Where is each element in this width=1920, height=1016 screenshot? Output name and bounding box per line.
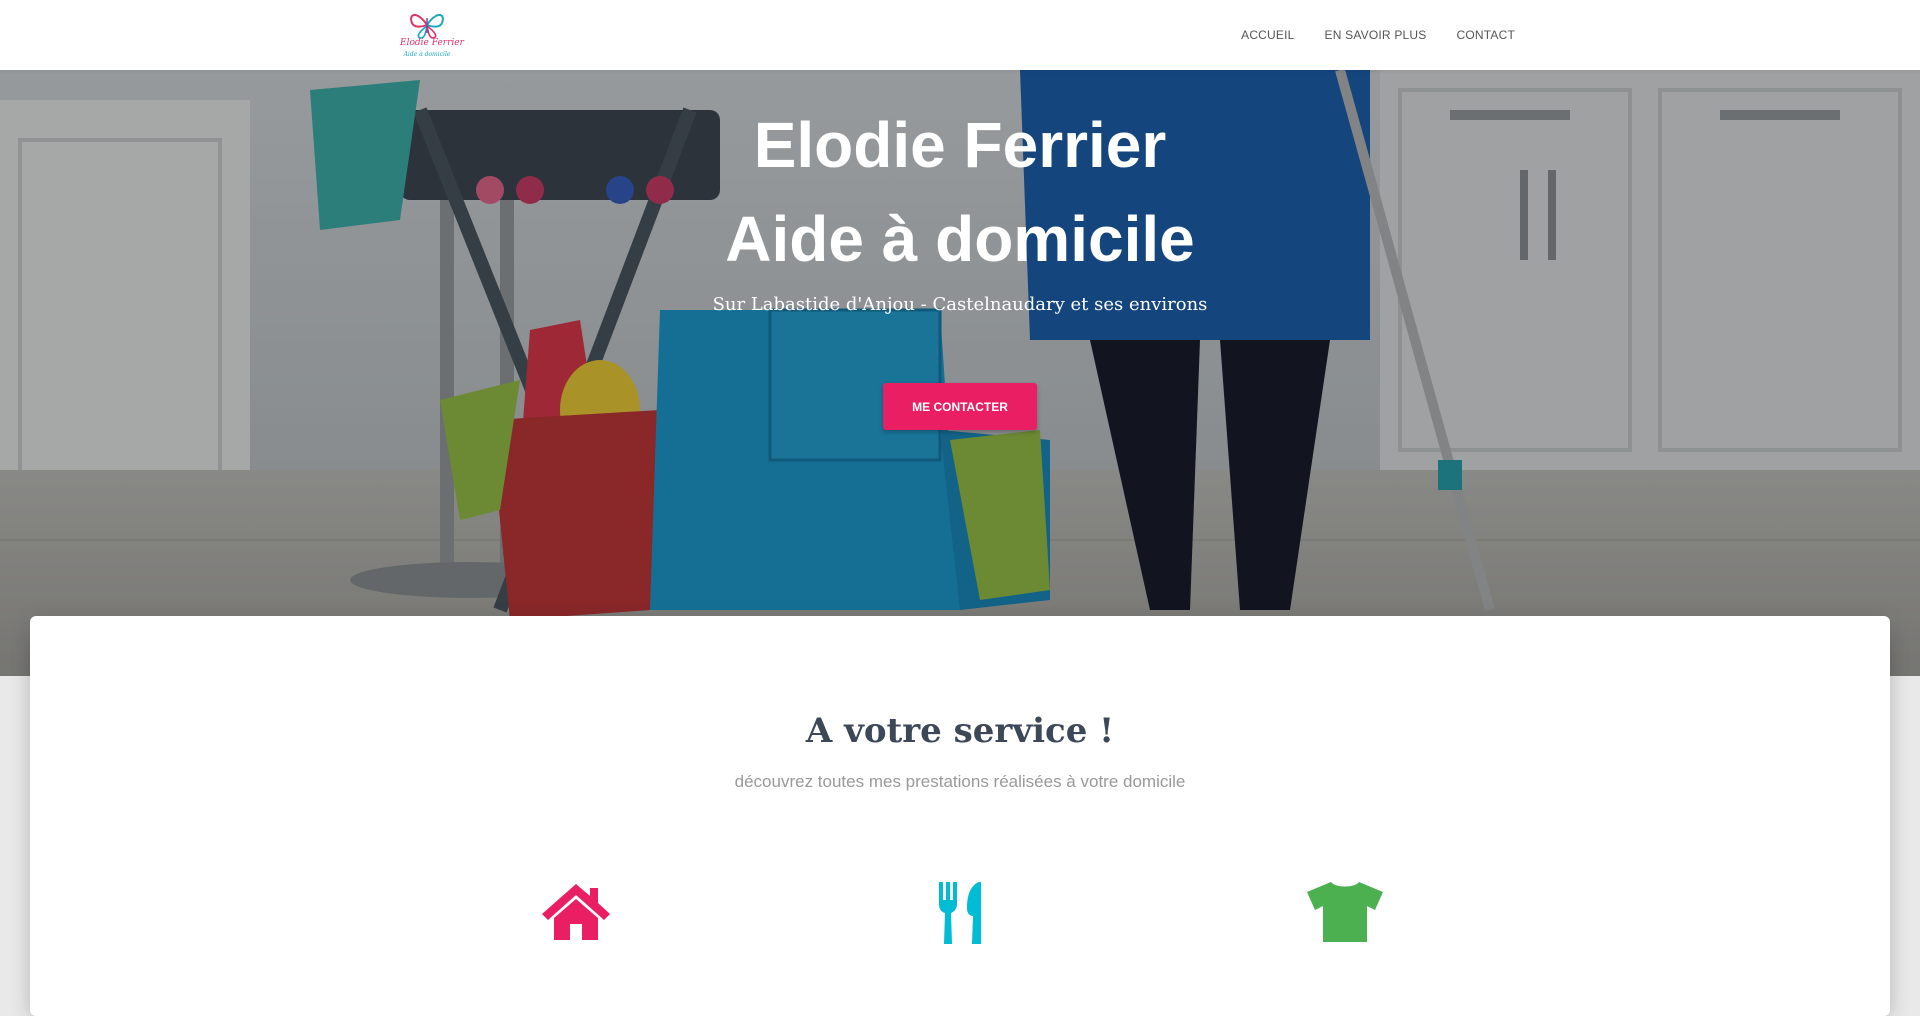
cutlery-icon — [939, 882, 981, 944]
services-title: A votre service ! — [805, 711, 1115, 751]
services-subtitle: découvrez toutes mes prestations réalisé… — [734, 772, 1186, 791]
hero-subtitle: Sur Labastide d'Anjou - Castelnaudary et… — [712, 294, 1208, 315]
nav-item-en-savoir-plus[interactable]: EN SAVOIR PLUS — [1325, 28, 1427, 42]
contact-me-button[interactable]: ME CONTACTER — [883, 383, 1037, 430]
site-header: Elodie Ferrier Aide à domicile ACCUEIL E… — [0, 0, 1920, 70]
home-icon — [542, 884, 610, 940]
site-logo[interactable]: Elodie Ferrier Aide à domicile — [400, 7, 464, 63]
nav-item-contact[interactable]: CONTACT — [1456, 28, 1515, 42]
hero-title: Elodie Ferrier Aide à domicile — [0, 98, 1920, 286]
nav-item-accueil[interactable]: ACCUEIL — [1241, 28, 1294, 42]
tshirt-icon — [1307, 882, 1383, 942]
main-nav: ACCUEIL EN SAVOIR PLUS CONTACT — [1241, 0, 1515, 70]
hero-section: Elodie Ferrier Aide à domicile Sur Labas… — [0, 70, 1920, 676]
hero-title-line2: Aide à domicile — [725, 203, 1195, 275]
logo-name: Elodie Ferrier — [400, 38, 464, 48]
services-card: A votre service ! découvrez toutes mes p… — [30, 616, 1890, 1016]
logo-tagline: Aide à domicile — [403, 51, 451, 58]
hero-title-line1: Elodie Ferrier — [753, 109, 1167, 181]
